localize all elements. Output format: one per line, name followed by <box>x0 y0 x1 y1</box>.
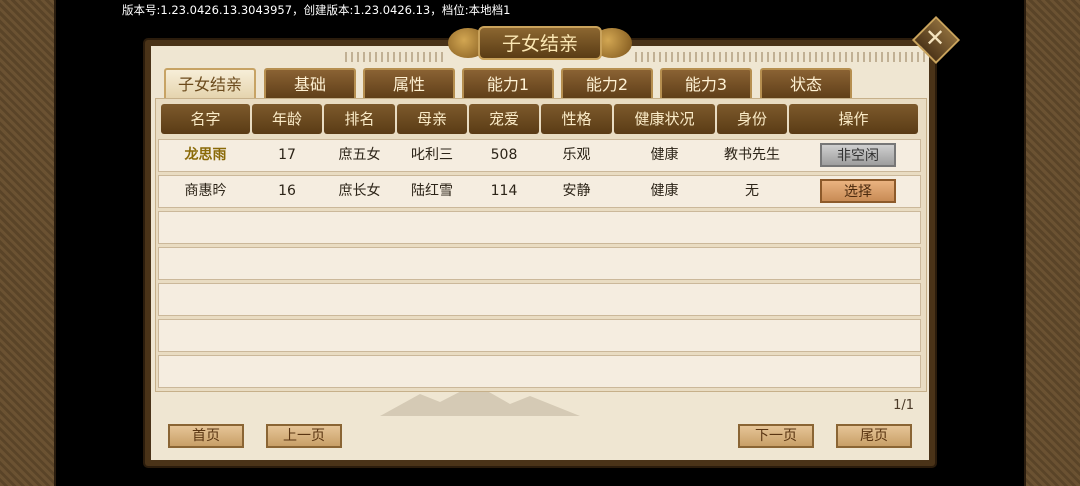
column-header-personality: 性格 <box>541 104 612 134</box>
title-plate: 子女结亲 <box>448 22 632 64</box>
cell-health: 健康 <box>650 147 679 163</box>
select-button[interactable]: 选择 <box>820 179 896 203</box>
table-row-empty <box>158 355 921 388</box>
table-row-empty <box>158 247 921 280</box>
cell-mother: 陆红雪 <box>411 183 453 199</box>
cell-name: 龙思雨 <box>184 147 227 163</box>
tab-marriage[interactable]: 子女结亲 <box>164 68 256 98</box>
cell-favor: 508 <box>490 147 518 163</box>
cell-name: 商惠昑 <box>184 183 227 199</box>
cell-favor: 114 <box>490 183 518 199</box>
table-row-empty <box>158 283 921 316</box>
last-page-button[interactable]: 尾页 <box>836 424 912 448</box>
cell-age: 17 <box>278 147 296 163</box>
tab-ability-3[interactable]: 能力3 <box>660 68 752 98</box>
column-header-favor: 宠爱 <box>469 104 539 134</box>
column-header-rank: 排名 <box>324 104 395 134</box>
table-row-empty <box>158 211 921 244</box>
column-header-name: 名字 <box>161 104 250 134</box>
column-header-action: 操作 <box>789 104 918 134</box>
tab-ability-1[interactable]: 能力1 <box>462 68 554 98</box>
cell-age: 16 <box>278 183 296 199</box>
tab-attributes[interactable]: 属性 <box>363 68 455 98</box>
column-header-mother: 母亲 <box>397 104 467 134</box>
prev-page-button[interactable]: 上一页 <box>266 424 342 448</box>
fret-pattern-left <box>345 52 445 62</box>
table-row-empty <box>158 319 921 352</box>
cell-mother: 叱利三 <box>411 147 453 163</box>
column-header-age: 年龄 <box>252 104 322 134</box>
cell-health: 健康 <box>650 183 679 199</box>
not-idle-button[interactable]: 非空闲 <box>820 143 896 167</box>
close-x-icon: ✕ <box>924 24 946 52</box>
page-indicator: 1/1 <box>893 398 914 413</box>
tab-status[interactable]: 状态 <box>760 68 852 98</box>
version-info: 版本号:1.23.0426.13.3043957，创建版本:1.23.0426.… <box>122 3 511 17</box>
dialog-title: 子女结亲 <box>478 26 602 60</box>
tab-basic[interactable]: 基础 <box>264 68 356 98</box>
cell-rank: 庶五女 <box>338 147 381 163</box>
right-border-decoration <box>1024 0 1080 486</box>
fret-pattern-right <box>635 52 925 62</box>
cell-identity: 教书先生 <box>724 147 780 163</box>
cell-identity: 无 <box>745 183 759 199</box>
cell-personality: 安静 <box>562 183 591 199</box>
column-header-health: 健康状况 <box>614 104 715 134</box>
left-border-decoration <box>0 0 56 486</box>
next-page-button[interactable]: 下一页 <box>738 424 814 448</box>
cell-personality: 乐观 <box>562 147 591 163</box>
cell-rank: 庶长女 <box>338 183 381 199</box>
tab-ability-2[interactable]: 能力2 <box>561 68 653 98</box>
column-header-identity: 身份 <box>717 104 787 134</box>
close-button[interactable]: ✕ <box>911 15 961 65</box>
first-page-button[interactable]: 首页 <box>168 424 244 448</box>
